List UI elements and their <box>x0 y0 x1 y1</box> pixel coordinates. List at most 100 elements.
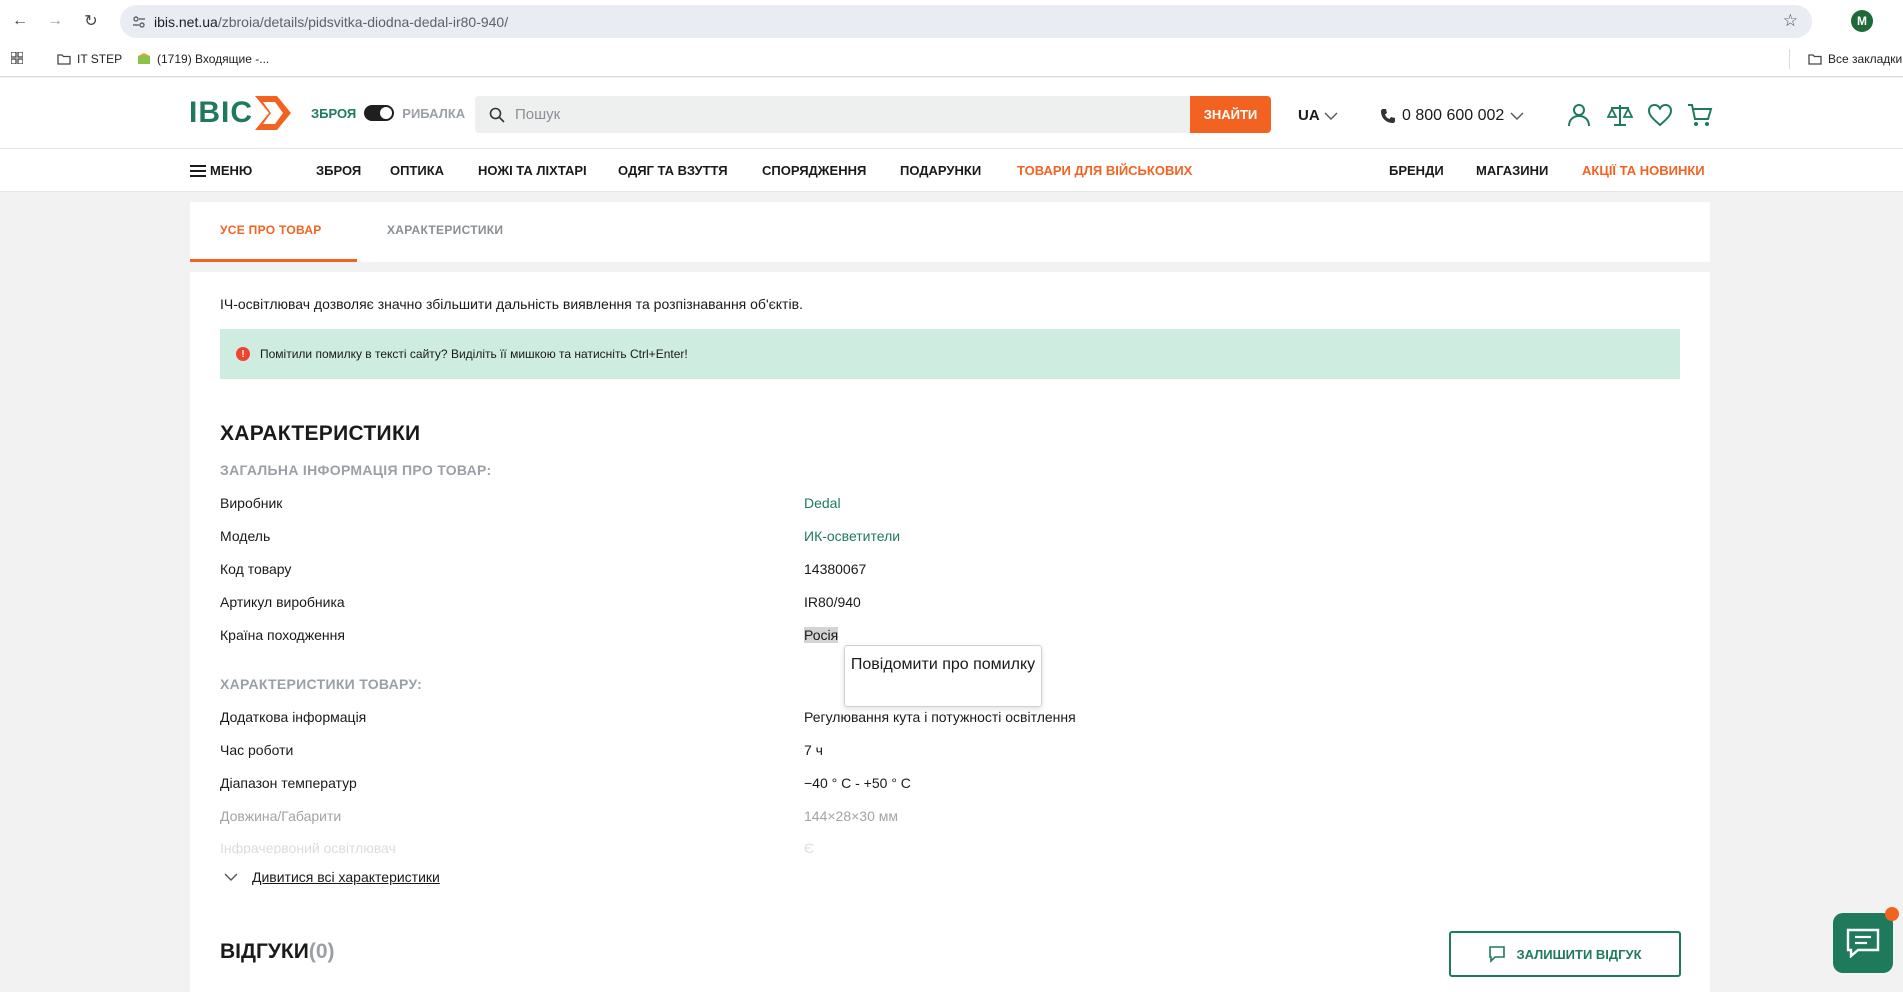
account-icon[interactable] <box>1566 102 1592 128</box>
chevron-down-icon <box>1510 112 1524 120</box>
spec-value: 7 ч <box>804 742 823 758</box>
toggle-right-label[interactable]: РИБАЛКА <box>402 106 465 121</box>
apps-grid-icon[interactable] <box>11 52 23 64</box>
divider <box>1789 49 1790 69</box>
spec-row: Інфрачервоний освітлювач Є <box>220 840 1620 854</box>
url-host: ibis.net.ua <box>154 13 218 30</box>
reload-icon[interactable]: ↻ <box>80 10 102 32</box>
error-report-notice: ! Помітили помилку в тексті сайту? Виділ… <box>220 329 1680 379</box>
bookmarks-bar: IT STEP (1719) Входящие -... Все закладк… <box>0 43 1903 77</box>
notice-text: Помітили помилку в тексті сайту? Виділіт… <box>260 347 688 361</box>
search-input[interactable] <box>513 105 1153 124</box>
compare-scales-icon[interactable] <box>1607 102 1633 128</box>
menu-item-optics[interactable]: ОПТИКА <box>390 163 444 178</box>
browser-toolbar: ← → ↻ ibis.net.ua/zbroia/details/pidsvit… <box>0 0 1903 43</box>
spec-key: Додаткова інформація <box>220 709 367 725</box>
address-bar[interactable]: ibis.net.ua/zbroia/details/pidsvitka-dio… <box>120 5 1812 38</box>
profile-avatar[interactable]: M <box>1851 10 1873 32</box>
menu-item-military[interactable]: ТОВАРИ ДЛЯ ВІЙСЬКОВИХ <box>1017 163 1192 178</box>
spec-value-selected: Росія <box>804 627 839 643</box>
catalog-switch[interactable] <box>364 105 395 121</box>
spec-value: Регулювання кута і потужності освітлення <box>804 709 1076 725</box>
phone-selector[interactable]: 0 800 600 002 <box>1380 107 1524 125</box>
toggle-left-label[interactable]: ЗБРОЯ <box>311 106 356 121</box>
spec-value-link[interactable]: ИК-осветители <box>804 528 900 544</box>
spec-row: Країна походження Росія <box>220 627 1620 647</box>
leave-review-button[interactable]: ЗАЛИШИТИ ВІДГУК <box>1449 931 1681 977</box>
spec-row: Артикул виробника IR80/940 <box>220 594 1620 614</box>
language-label: UA <box>1298 107 1320 124</box>
reviews-title: ВІДГУКИ(0) <box>220 940 335 964</box>
product-details: ІЧ-освітлювач дозволяє значно збільшити … <box>190 272 1710 992</box>
spec-key: Довжина/Габарити <box>220 808 342 824</box>
chat-widget-button[interactable] <box>1833 907 1899 973</box>
product-intro-text: ІЧ-освітлювач дозволяє значно збільшити … <box>220 296 803 312</box>
spec-row: Код товару 14380067 <box>220 561 1620 581</box>
show-all-characteristics[interactable]: Дивитися всі характеристики <box>224 869 440 885</box>
ibis-logo[interactable]: IBIC <box>189 94 293 132</box>
spec-key: Виробник <box>220 495 283 511</box>
tab-characteristics[interactable]: ХАРАКТЕРИСТИКИ <box>387 223 503 237</box>
menu-item-knives[interactable]: НОЖІ ТА ЛІХТАРІ <box>478 163 587 178</box>
spec-key: Діапазон температур <box>220 775 357 791</box>
spec-row: Модель ИК-осветители <box>220 528 1620 548</box>
phone-number: 0 800 600 002 <box>1402 107 1505 124</box>
tab-all-about-product[interactable]: УСЕ ПРО ТОВАР <box>220 223 322 237</box>
menu-item-weapons[interactable]: ЗБРОЯ <box>316 163 361 178</box>
back-arrow-icon[interactable]: ← <box>9 10 31 32</box>
bookmark-inbox[interactable]: (1719) Входящие -... <box>137 52 269 66</box>
menu-item-equipment[interactable]: СПОРЯДЖЕННЯ <box>762 163 866 178</box>
spec-key: Код товару <box>220 561 292 577</box>
hamburger-icon <box>190 164 206 177</box>
menu-item-brands[interactable]: БРЕНДИ <box>1389 163 1444 178</box>
spec-key: Модель <box>220 528 271 544</box>
chat-icon <box>1846 928 1880 958</box>
logo-arrow-icon <box>255 96 291 130</box>
spec-row: Додаткова інформація Регулювання кута і … <box>220 709 1620 729</box>
menu-label: МЕНЮ <box>210 163 253 178</box>
reviews-count: (0) <box>308 940 335 963</box>
all-bookmarks-label: Все закладки <box>1828 52 1903 66</box>
spec-key: Інфрачервоний освітлювач <box>220 840 396 854</box>
menu-item-gifts[interactable]: ПОДАРУНКИ <box>900 163 981 178</box>
alert-icon: ! <box>236 347 250 361</box>
search-button[interactable]: ЗНАЙТИ <box>1190 96 1271 133</box>
spec-key: Час роботи <box>220 742 294 758</box>
product-characteristics-title: ХАРАКТЕРИСТИКИ ТОВАРУ: <box>220 676 423 692</box>
bookmark-star-icon[interactable]: ☆ <box>1783 11 1798 31</box>
site-settings-icon[interactable] <box>132 15 146 29</box>
menu-button[interactable]: МЕНЮ <box>190 163 252 178</box>
bookmark-label: (1719) Входящие -... <box>157 52 270 66</box>
spec-row: Діапазон температур −40 ° С - +50 ° С <box>220 775 1620 795</box>
bookmark-label: IT STEP <box>77 52 123 66</box>
menu-item-promos[interactable]: АКЦІЇ ТА НОВИНКИ <box>1582 163 1705 178</box>
folder-icon <box>1808 54 1822 65</box>
active-tab-indicator <box>190 259 357 262</box>
language-selector[interactable]: UA <box>1298 107 1338 124</box>
forward-arrow-icon[interactable]: → <box>44 10 66 32</box>
main-menu: МЕНЮ ЗБРОЯ ОПТИКА НОЖІ ТА ЛІХТАРІ ОДЯГ Т… <box>0 149 1903 192</box>
all-bookmarks[interactable]: Все закладки <box>1808 52 1902 66</box>
catalog-toggle[interactable]: ЗБРОЯ РИБАЛКА <box>311 105 465 121</box>
show-all-link[interactable]: Дивитися всі характеристики <box>252 869 440 885</box>
bookmark-it-step[interactable]: IT STEP <box>57 52 122 66</box>
comment-icon <box>1489 946 1506 963</box>
spec-value: 144×28×30 мм <box>804 808 898 824</box>
report-error-tooltip[interactable]: Повідомити про помилку <box>844 645 1042 707</box>
menu-item-stores[interactable]: МАГАЗИНИ <box>1476 163 1548 178</box>
wishlist-heart-icon[interactable] <box>1647 102 1673 128</box>
menu-item-clothing[interactable]: ОДЯГ ТА ВЗУТТЯ <box>618 163 728 178</box>
spec-row: Час роботи 7 ч <box>220 742 1620 762</box>
reviews-label: ВІДГУКИ <box>220 940 309 963</box>
cart-icon[interactable] <box>1687 102 1713 128</box>
chat-notification-badge <box>1885 907 1899 921</box>
chevron-down-icon <box>224 873 238 881</box>
leave-review-label: ЗАЛИШИТИ ВІДГУК <box>1516 946 1642 962</box>
spec-value: Є <box>804 840 815 854</box>
spec-value-link[interactable]: Dedal <box>804 495 841 511</box>
general-info-title: ЗАГАЛЬНА ІНФОРМАЦІЯ ПРО ТОВАР: <box>220 462 492 478</box>
spec-value: −40 ° С - +50 ° С <box>804 775 911 791</box>
spec-value: 14380067 <box>804 561 867 577</box>
search-icon <box>489 107 505 123</box>
phone-icon <box>1381 109 1395 123</box>
